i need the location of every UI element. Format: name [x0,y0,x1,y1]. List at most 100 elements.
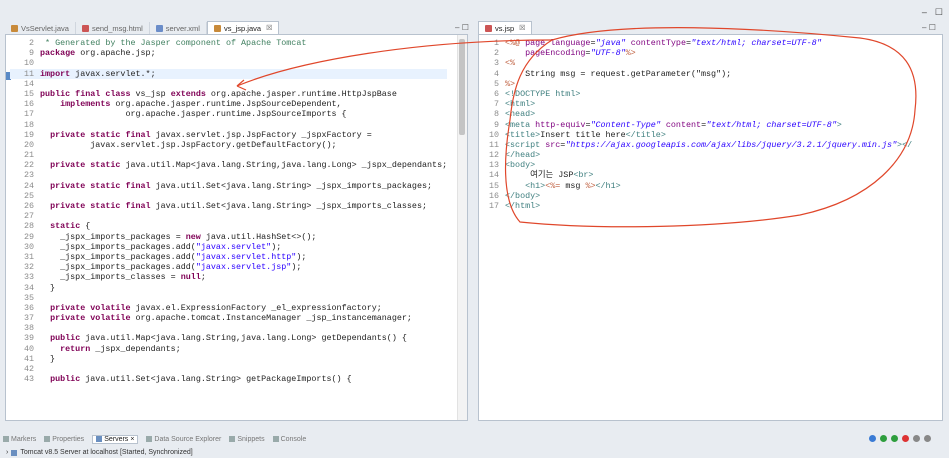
tab-vs-jsp-java[interactable]: vs_jsp.java ☒ [206,21,280,34]
java-code-line[interactable]: 21 [10,150,447,160]
java-code-line[interactable]: 39 public java.util.Map<java.lang.String… [10,333,447,343]
java-code-line[interactable]: 26 private static final java.util.Set<ja… [10,201,447,211]
java-code-line[interactable]: 11 import javax.servlet.*; [10,68,448,79]
java-code-line[interactable]: 22 private static java.util.Map<java.lan… [10,160,447,170]
code-text[interactable]: } [40,354,55,364]
java-code-line[interactable]: 23 [10,170,447,180]
stop-icon[interactable] [902,435,909,442]
java-code-line[interactable]: 24 private static final java.util.Set<ja… [10,181,447,191]
tab-server-xml[interactable]: server.xml [150,22,207,34]
java-code-line[interactable]: 37 private volatile org.apache.tomcat.In… [10,313,447,323]
maximize-icon[interactable]: ☐ [929,23,936,32]
publish-icon[interactable] [913,435,920,442]
java-code-line[interactable]: 33 _jspx_imports_classes = null; [10,272,447,282]
jsp-editor[interactable]: 1 <%@ page language="java" contentType="t… [478,34,943,421]
java-code-line[interactable]: 43 public java.util.Set<java.lang.String… [10,374,447,384]
code-text[interactable]: package org.apache.jsp; [40,48,156,58]
scrollbar-thumb[interactable] [459,39,465,135]
code-text[interactable]: public java.util.Set<java.lang.String> g… [40,374,352,384]
code-text[interactable]: <body> [505,160,535,170]
minimize-icon[interactable]: – [922,7,927,18]
jsp-code-line[interactable]: 3 <% [479,58,912,68]
jsp-code-line[interactable]: 11 <script src="https://ajax.googleapis.c… [479,140,912,150]
tab-send-msg-html[interactable]: send_msg.html [76,22,150,34]
code-text[interactable]: private volatile javax.el.ExpressionFact… [40,303,382,313]
code-text[interactable]: </body> [505,191,540,201]
jsp-code-line[interactable]: 9 <meta http-equiv="Content-Type" content… [479,120,912,130]
java-code-line[interactable]: 16 implements org.apache.jasper.runtime.… [10,99,447,109]
tab-markers[interactable]: Markers [3,436,36,443]
java-code-line[interactable]: 18 [10,120,447,130]
jsp-code-area[interactable]: 1 <%@ page language="java" contentType="t… [479,38,912,211]
java-code-line[interactable]: 28 static { [10,221,447,231]
code-text[interactable]: private static final java.util.Set<java.… [40,181,432,191]
code-text[interactable]: _jspx_imports_packages = new java.util.H… [40,232,316,242]
code-text[interactable]: <script src="https://ajax.googleapis.com… [505,140,912,150]
code-text[interactable]: private static final javax.servlet.jsp.J… [40,130,372,140]
menu-icon[interactable] [924,435,931,442]
code-text[interactable]: <!DOCTYPE html> [505,89,580,99]
jsp-code-line[interactable]: 7 <html> [479,99,912,109]
jsp-code-line[interactable]: 13 <body> [479,160,912,170]
close-tab-icon[interactable]: × [130,436,134,443]
code-text[interactable]: private static java.util.Map<java.lang.S… [40,160,447,170]
jsp-code-line[interactable]: 2 pageEncoding="UTF-8"%> [479,48,912,58]
minimize-icon[interactable]: – [922,23,926,32]
code-text[interactable]: String msg = request.getParameter("msg")… [505,69,731,79]
code-text[interactable]: <meta http-equiv="Content-Type" content=… [505,120,842,130]
code-text[interactable]: <html> [505,99,535,109]
code-text[interactable]: org.apache.jasper.runtime.JspSourceImpor… [40,109,346,119]
code-text[interactable]: _jspx_imports_packages.add("javax.servle… [40,252,306,262]
tab-vs-jsp[interactable]: vs.jsp ☒ [478,21,533,34]
start-icon[interactable] [880,435,887,442]
code-text[interactable]: * Generated by the Jasper component of A… [40,38,306,48]
java-code-line[interactable]: 38 [10,323,447,333]
code-text[interactable]: } [40,283,55,293]
jsp-code-line[interactable]: 8 <head> [479,109,912,119]
tab-data-source-explorer[interactable]: Data Source Explorer [146,436,221,443]
java-editor[interactable]: 2 * Generated by the Jasper component of… [5,34,468,421]
code-text[interactable]: _jspx_imports_packages.add("javax.servle… [40,262,301,272]
code-text[interactable]: return _jspx_dependants; [40,344,181,354]
java-code-line[interactable]: 25 [10,191,447,201]
code-text[interactable]: _jspx_imports_packages.add("javax.servle… [40,242,281,252]
java-code-line[interactable]: 31 _jspx_imports_packages.add("javax.ser… [10,252,447,262]
maximize-icon[interactable]: ☐ [462,23,469,32]
code-text[interactable]: public final class vs_jsp extends org.ap… [40,89,397,99]
java-code-line[interactable]: 2 * Generated by the Jasper component of… [10,38,447,48]
profile-icon[interactable] [891,435,898,442]
java-code-line[interactable]: 14 [10,79,447,89]
tab-properties[interactable]: Properties [44,436,84,443]
java-code-line[interactable]: 34 } [10,283,447,293]
code-text[interactable]: 여기는 JSP<br> [505,170,593,180]
code-text[interactable]: %> [505,79,515,89]
code-text[interactable]: </head> [505,150,540,160]
server-entry[interactable]: › Tomcat v8.5 Server at localhost [Start… [6,449,193,456]
java-code-line[interactable]: 32 _jspx_imports_packages.add("javax.ser… [10,262,447,272]
java-code-area[interactable]: 2 * Generated by the Jasper component of… [10,38,448,384]
debug-icon[interactable] [869,435,876,442]
jsp-code-line[interactable]: 1 <%@ page language="java" contentType="t… [479,38,912,48]
jsp-code-line[interactable]: 15 <h1><%= msg %></h1> [479,181,912,191]
code-text[interactable]: pageEncoding="UTF-8"%> [505,48,636,58]
code-text[interactable]: implements org.apache.jasper.runtime.Jsp… [40,99,341,109]
tab-servers[interactable]: Servers × [92,434,139,444]
java-code-line[interactable]: 19 private static final javax.servlet.js… [10,130,447,140]
jsp-code-line[interactable]: 12 </head> [479,150,912,160]
maximize-icon[interactable]: ☐ [935,7,943,18]
java-scrollbar[interactable] [457,35,467,420]
code-text[interactable]: <head> [505,109,535,119]
code-text[interactable]: <% [505,58,515,68]
jsp-code-line[interactable]: 10 <title>Insert title here</title> [479,130,912,140]
expand-arrow-icon[interactable]: › [6,449,8,456]
jsp-code-line[interactable]: 14 여기는 JSP<br> [479,170,912,180]
jsp-code-line[interactable]: 6 <!DOCTYPE html> [479,89,912,99]
jsp-code-line[interactable]: 16 </body> [479,191,912,201]
java-code-line[interactable]: 35 [10,293,447,303]
code-text[interactable]: private volatile org.apache.tomcat.Insta… [40,313,412,323]
jsp-code-line[interactable]: 5 %> [479,79,912,89]
code-text[interactable]: private static final java.util.Set<java.… [40,201,427,211]
code-text[interactable]: public java.util.Map<java.lang.String,ja… [40,333,407,343]
java-code-line[interactable]: 40 return _jspx_dependants; [10,344,447,354]
java-code-line[interactable]: 29 _jspx_imports_packages = new java.uti… [10,232,447,242]
